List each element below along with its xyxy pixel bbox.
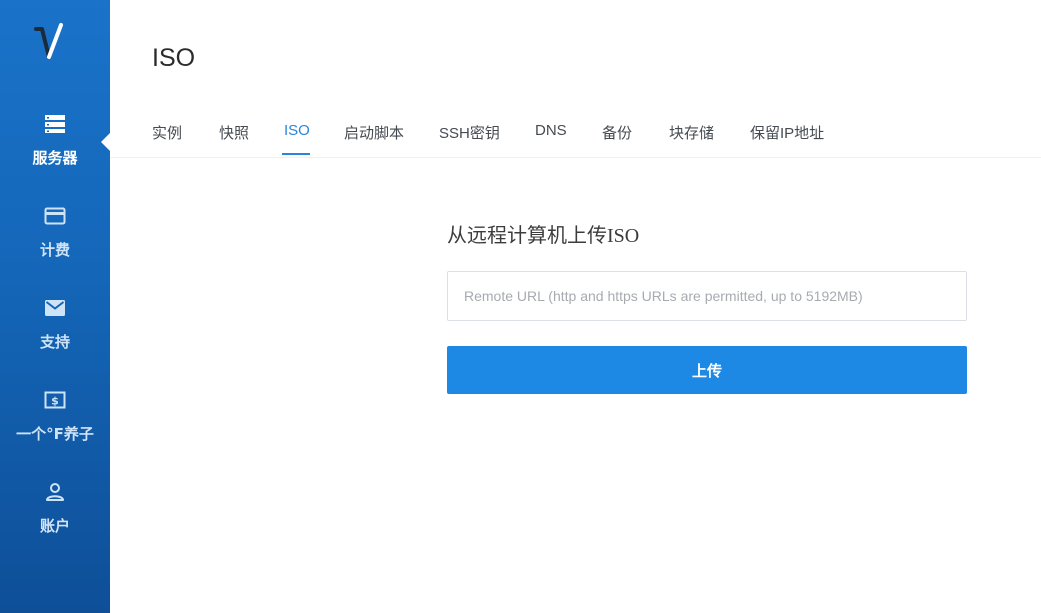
tab-instances[interactable]: 实例 [152, 122, 182, 143]
sidebar-item-label: 计费 [39, 241, 70, 259]
svg-text:$: $ [51, 395, 59, 408]
sidebar-item-label: 服务器 [32, 149, 78, 167]
sidebar-item-label: 账户 [39, 517, 70, 535]
page-title: ISO [152, 44, 196, 72]
sidebar-item-account[interactable]: 账户 [0, 481, 110, 561]
upload-heading: 从远程计算机上传ISO [447, 225, 640, 247]
tab-block-storage[interactable]: 块存储 [669, 122, 714, 143]
sidebar-item-billing[interactable]: 计费 [0, 205, 110, 285]
tab-snapshots[interactable]: 快照 [219, 122, 249, 143]
server-icon [45, 115, 65, 133]
tab-backups[interactable]: 备份 [602, 122, 632, 143]
dollar-bill-icon: $ [44, 391, 66, 409]
sidebar-item-label: 一个°F养子 [16, 425, 94, 443]
active-nav-indicator [101, 133, 110, 151]
app-window: 服务器 计费 支持 $ 一个°F养子 账户 ISO 实例 快照 ISO 启动脚本… [0, 0, 1041, 613]
sidebar-item-servers[interactable]: 服务器 [0, 113, 110, 193]
envelope-icon [45, 300, 65, 316]
upload-button[interactable]: 上传 [447, 346, 967, 394]
credit-card-icon [44, 207, 66, 225]
sidebar: 服务器 计费 支持 $ 一个°F养子 账户 [0, 0, 110, 613]
sidebar-item-affiliate[interactable]: $ 一个°F养子 [0, 389, 110, 469]
tab-bar: 实例 快照 ISO 启动脚本 SSH密钥 DNS 备份 块存储 保留IP地址 [110, 112, 1041, 158]
logo-icon[interactable] [33, 21, 77, 65]
sidebar-item-support[interactable]: 支持 [0, 297, 110, 377]
tab-ssh-keys[interactable]: SSH密钥 [439, 122, 500, 143]
tab-dns[interactable]: DNS [535, 122, 567, 139]
user-icon [46, 483, 64, 501]
tab-startup-scripts[interactable]: 启动脚本 [344, 122, 404, 143]
active-tab-underline [282, 153, 310, 155]
sidebar-item-label: 支持 [39, 333, 70, 351]
tab-reserved-ip[interactable]: 保留IP地址 [750, 122, 824, 143]
tab-iso[interactable]: ISO [284, 122, 310, 139]
remote-url-input[interactable] [447, 271, 967, 321]
